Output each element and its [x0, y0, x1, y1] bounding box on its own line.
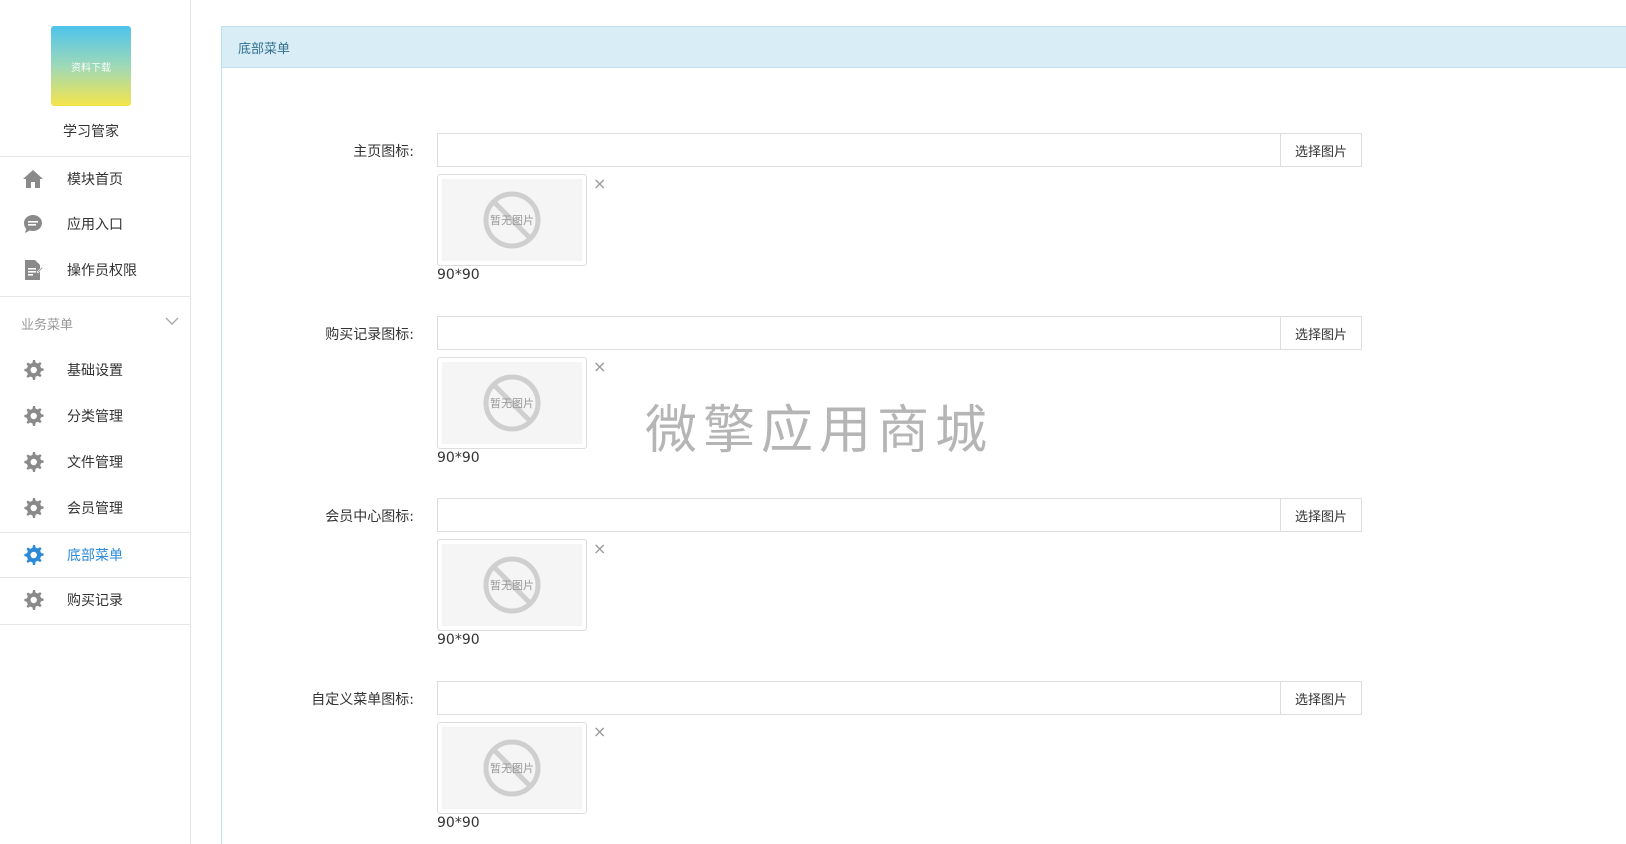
sidebar-group-business-menu[interactable]: 业务菜单 — [0, 303, 191, 343]
sidebar-item-module-home[interactable]: 模块首页 — [0, 157, 191, 201]
remove-image-icon[interactable]: × — [593, 176, 606, 192]
form-row-home-icon: 主页图标: 选择图片 暂无图片 × 90*90 — [222, 133, 1626, 283]
divider — [0, 296, 191, 297]
select-image-button[interactable]: 选择图片 — [1280, 316, 1362, 350]
remove-image-icon[interactable]: × — [593, 541, 606, 557]
no-image-icon: 暂无图片 — [483, 374, 541, 432]
image-placeholder: 暂无图片 — [442, 362, 582, 444]
image-input-group: 选择图片 — [437, 498, 1362, 532]
gear-icon — [21, 543, 45, 567]
sidebar-item-label: 基础设置 — [67, 363, 123, 379]
panel-heading: 底部菜单 — [222, 27, 1626, 68]
sidebar-item-label: 底部菜单 — [67, 548, 123, 564]
remove-image-icon[interactable]: × — [593, 359, 606, 375]
field-label: 自定义菜单图标: — [311, 692, 414, 708]
sidebar-item-label: 分类管理 — [67, 409, 123, 425]
sidebar-item-app-entry[interactable]: 应用入口 — [0, 202, 191, 246]
home-icon — [21, 167, 45, 191]
sidebar-item-label: 应用入口 — [67, 217, 123, 233]
sidebar-item-bottom-menu[interactable]: 底部菜单 — [0, 533, 191, 577]
field-label: 主页图标: — [353, 144, 414, 160]
gear-icon — [21, 496, 45, 520]
image-preview: 暂无图片 — [437, 539, 587, 631]
form-row-purchase-record-icon: 购买记录图标: 选择图片 暂无图片 × 90*90 — [222, 316, 1626, 466]
no-image-icon: 暂无图片 — [483, 739, 541, 797]
field-label: 会员中心图标: — [325, 509, 414, 525]
chat-icon — [21, 212, 45, 236]
app-name: 学习管家 — [63, 124, 119, 140]
sidebar-item-label: 模块首页 — [67, 172, 123, 188]
sidebar-item-category-management[interactable]: 分类管理 — [0, 394, 191, 438]
main-panel: 底部菜单 主页图标: 选择图片 暂无图片 × 90*90 购买记录图标: 选择图… — [221, 26, 1626, 844]
select-image-button[interactable]: 选择图片 — [1280, 681, 1362, 715]
sidebar-item-label: 操作员权限 — [67, 263, 137, 279]
app-logo-text: 资料下载 — [71, 62, 111, 74]
document-edit-icon — [21, 258, 45, 282]
sidebar-item-operator-permissions[interactable]: 操作员权限 — [0, 248, 191, 292]
image-preview: 暂无图片 — [437, 357, 587, 449]
no-image-icon: 暂无图片 — [483, 556, 541, 614]
gear-icon — [21, 404, 45, 428]
size-hint: 90*90 — [437, 632, 480, 648]
gear-icon — [21, 588, 45, 612]
image-placeholder: 暂无图片 — [442, 727, 582, 809]
no-image-text: 暂无图片 — [490, 579, 534, 592]
no-image-text: 暂无图片 — [490, 762, 534, 775]
app-logo: 资料下载 — [51, 26, 131, 106]
no-image-text: 暂无图片 — [490, 214, 534, 227]
field-label: 购买记录图标: — [325, 327, 414, 343]
divider — [0, 624, 191, 625]
gear-icon — [21, 450, 45, 474]
image-input-group: 选择图片 — [437, 681, 1362, 715]
sidebar-item-label: 文件管理 — [67, 455, 123, 471]
image-preview: 暂无图片 — [437, 722, 587, 814]
gear-icon — [21, 358, 45, 382]
image-input-group: 选择图片 — [437, 133, 1362, 167]
no-image-icon: 暂无图片 — [483, 191, 541, 249]
panel-title: 底部菜单 — [238, 41, 291, 57]
image-placeholder: 暂无图片 — [442, 544, 582, 626]
sidebar-group-label: 业务菜单 — [21, 317, 74, 333]
sidebar-item-label: 购买记录 — [67, 593, 123, 609]
no-image-text: 暂无图片 — [490, 397, 534, 410]
image-placeholder: 暂无图片 — [442, 179, 582, 261]
member-center-icon-input[interactable] — [437, 498, 1280, 532]
select-image-button[interactable]: 选择图片 — [1280, 133, 1362, 167]
sidebar: 资料下载 学习管家 模块首页 应用入口 操作员权限 业务菜单 基础设置 分类管理… — [0, 0, 191, 844]
size-hint: 90*90 — [437, 450, 480, 466]
sidebar-item-basic-settings[interactable]: 基础设置 — [0, 348, 191, 392]
chevron-down-icon — [165, 315, 179, 330]
remove-image-icon[interactable]: × — [593, 724, 606, 740]
image-input-group: 选择图片 — [437, 316, 1362, 350]
purchase-record-icon-input[interactable] — [437, 316, 1280, 350]
custom-menu-icon-input[interactable] — [437, 681, 1280, 715]
size-hint: 90*90 — [437, 815, 480, 831]
select-image-button[interactable]: 选择图片 — [1280, 498, 1362, 532]
sidebar-item-purchase-records[interactable]: 购买记录 — [0, 578, 191, 622]
home-icon-input[interactable] — [437, 133, 1280, 167]
image-preview: 暂无图片 — [437, 174, 587, 266]
sidebar-item-label: 会员管理 — [67, 501, 123, 517]
sidebar-item-file-management[interactable]: 文件管理 — [0, 440, 191, 484]
form-row-member-center-icon: 会员中心图标: 选择图片 暂无图片 × 90*90 — [222, 498, 1626, 648]
form-row-custom-menu-icon: 自定义菜单图标: 选择图片 暂无图片 × 90*90 — [222, 681, 1626, 831]
size-hint: 90*90 — [437, 267, 480, 283]
sidebar-item-member-management[interactable]: 会员管理 — [0, 486, 191, 530]
